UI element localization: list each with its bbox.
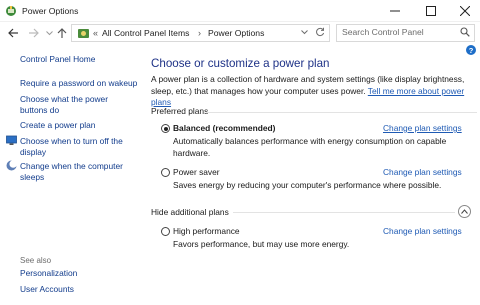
plan-description-high-performance: Favors performance, but may use more ene… — [173, 239, 350, 249]
sidebar-item-create-plan[interactable]: Create a power plan — [20, 120, 95, 131]
refresh-button[interactable] — [315, 27, 325, 40]
address-dropdown-button[interactable] — [301, 28, 308, 37]
minimize-button[interactable] — [378, 0, 412, 22]
see-also-user-accounts[interactable]: User Accounts — [20, 284, 74, 295]
refresh-icon — [316, 27, 325, 37]
arrow-up-icon — [57, 27, 67, 38]
sidebar: Control Panel Home Require a password on… — [0, 44, 141, 305]
navigation-bar: « All Control Panel Items › Power Option… — [0, 22, 480, 44]
maximize-icon — [426, 6, 436, 16]
title-bar: Power Options — [0, 0, 480, 22]
back-button[interactable] — [6, 26, 20, 40]
preferred-plans-label: Preferred plans — [151, 106, 209, 116]
see-also-personalization[interactable]: Personalization — [20, 268, 77, 279]
plan-description-balanced: Automatically balances performance with … — [173, 136, 447, 158]
search-box[interactable] — [336, 24, 475, 42]
control-panel-icon — [78, 29, 89, 38]
close-button[interactable] — [448, 0, 480, 22]
arrow-left-icon — [7, 28, 18, 38]
radio-high-performance[interactable] — [161, 227, 170, 236]
hide-additional-plans-label[interactable]: Hide additional plans — [151, 207, 229, 217]
power-options-icon — [6, 6, 16, 16]
recent-locations-button[interactable] — [42, 26, 56, 40]
breadcrumb-power-options[interactable]: Power Options — [208, 28, 264, 38]
chevron-down-icon — [301, 30, 308, 35]
address-bar[interactable]: « All Control Panel Items › Power Option… — [71, 24, 330, 42]
breadcrumb-separator[interactable]: › — [198, 28, 201, 38]
plan-description-power-saver: Saves energy by reducing your computer's… — [173, 180, 442, 190]
sidebar-control-panel-home[interactable]: Control Panel Home — [20, 54, 95, 65]
chevron-down-icon — [45, 30, 53, 35]
section-divider — [207, 112, 477, 113]
breadcrumb-overflow[interactable]: « — [93, 28, 98, 38]
plan-name-power-saver[interactable]: Power saver — [173, 167, 220, 177]
close-icon — [460, 6, 470, 16]
up-button[interactable] — [55, 26, 69, 40]
change-plan-settings-balanced[interactable]: Change plan settings — [383, 123, 462, 133]
radio-balanced[interactable] — [161, 124, 170, 133]
sidebar-item-computer-sleeps[interactable]: Change when the computer sleeps — [20, 161, 123, 182]
change-plan-settings-high-performance[interactable]: Change plan settings — [383, 226, 462, 236]
sidebar-item-turn-off-display[interactable]: Choose when to turn off the display — [20, 136, 123, 157]
plan-name-balanced[interactable]: Balanced (recommended) — [173, 123, 275, 133]
see-also-heading: See also — [20, 256, 52, 265]
minimize-icon — [390, 10, 400, 12]
arrow-right-icon — [28, 28, 39, 38]
plan-name-high-performance[interactable]: High performance — [173, 226, 240, 236]
intro-text: A power plan is a collection of hardware… — [151, 74, 476, 109]
page-title: Choose or customize a power plan — [151, 57, 330, 70]
forward-button[interactable] — [26, 26, 40, 40]
window-title: Power Options — [22, 6, 79, 16]
collapse-plans-button[interactable] — [458, 205, 471, 218]
main-content: Choose or customize a power plan A power… — [151, 44, 480, 305]
search-input[interactable] — [342, 27, 452, 37]
change-plan-settings-power-saver[interactable]: Change plan settings — [383, 167, 462, 177]
display-icon — [6, 135, 17, 145]
maximize-button[interactable] — [414, 0, 448, 22]
search-icon[interactable] — [460, 27, 470, 39]
chevron-up-icon — [461, 209, 468, 214]
sidebar-item-power-buttons[interactable]: Choose what the power buttons do — [20, 94, 108, 115]
radio-power-saver[interactable] — [161, 168, 170, 177]
breadcrumb-all-control-panel-items[interactable]: All Control Panel Items — [102, 28, 189, 38]
section-divider — [233, 212, 455, 213]
sidebar-item-require-password[interactable]: Require a password on wakeup — [20, 78, 137, 89]
sleep-moon-icon — [6, 160, 17, 171]
